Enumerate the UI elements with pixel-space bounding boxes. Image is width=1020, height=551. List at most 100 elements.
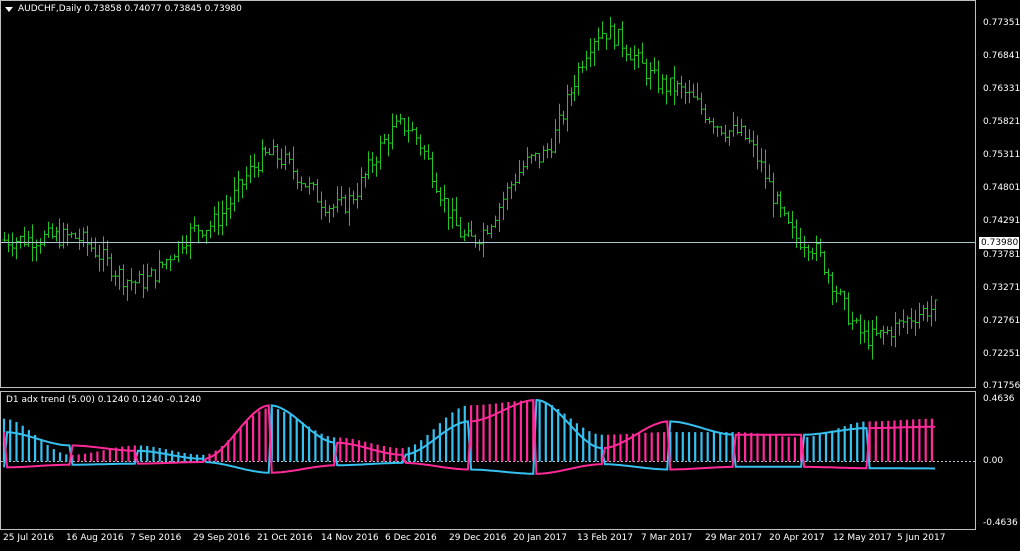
price-bar (775, 191, 780, 205)
price-bar (620, 21, 625, 57)
price-bar (834, 285, 839, 303)
x-tick: 14 Nov 2016 (321, 533, 379, 543)
price-bar (204, 229, 209, 244)
x-tick: 20 Apr 2017 (769, 533, 825, 543)
price-bar (228, 196, 233, 219)
price-bar (327, 205, 332, 223)
price-bar (850, 311, 855, 330)
price-bar (386, 133, 391, 157)
price-bar (462, 229, 467, 242)
price-bar (208, 220, 213, 239)
price-bar (794, 219, 799, 249)
price-bar (430, 151, 435, 189)
price-bar (240, 178, 245, 199)
price-bar (541, 145, 546, 163)
price-bar (624, 44, 629, 62)
price-bar (398, 113, 403, 125)
price-bar (687, 80, 692, 104)
price-bar (905, 315, 910, 335)
price-bar (664, 74, 669, 105)
price-bar (121, 264, 126, 296)
current-price-box: 0.73980 (979, 237, 1019, 249)
x-tick: 16 Aug 2016 (66, 533, 124, 543)
price-bar (184, 234, 189, 255)
price-bar (509, 181, 514, 200)
price-bar (378, 135, 383, 170)
price-bar (723, 124, 728, 142)
price-bar (584, 50, 589, 71)
price-bar (295, 169, 300, 190)
price-bar (18, 235, 23, 249)
price-bar (283, 145, 288, 171)
indicator-header: D1 adx trend (5.00) 0.1240 0.1240 -0.124… (6, 395, 202, 405)
price-bar (672, 66, 677, 106)
price-bar (489, 224, 494, 239)
indicator-y-tick: 0.00 (983, 456, 1004, 466)
price-bar (370, 151, 375, 174)
y-tick: 0.73781 (983, 250, 1020, 260)
price-bar (933, 299, 938, 322)
x-tick: 21 Oct 2016 (257, 533, 313, 543)
x-tick: 5 Jun 2017 (897, 533, 946, 543)
price-bar (477, 239, 482, 251)
price-bar (921, 304, 926, 321)
price-bar (913, 309, 918, 336)
price-bar (69, 231, 74, 238)
price-bar (89, 237, 94, 252)
price-bar (351, 190, 356, 205)
price-bar (81, 227, 86, 247)
price-bar (870, 320, 875, 360)
price-bar (85, 225, 90, 256)
price-bar (54, 226, 59, 242)
price-bar (323, 199, 328, 217)
price-bar (691, 83, 696, 98)
price-bar (771, 172, 776, 218)
price-bar (46, 221, 51, 238)
price-bar (652, 57, 657, 74)
price-bar (473, 234, 478, 248)
price-bar (786, 211, 791, 225)
y-tick: 0.74291 (983, 216, 1020, 226)
price-bar (925, 301, 930, 322)
price-bar (438, 187, 443, 207)
price-bar (442, 184, 447, 213)
price-bar (866, 320, 871, 350)
price-bar (481, 222, 486, 258)
price-bar (608, 16, 613, 40)
price-bar (252, 153, 257, 178)
price-bar (596, 27, 601, 51)
y-tick: 0.74801 (983, 183, 1020, 193)
chart-menu-triangle-icon[interactable] (5, 7, 13, 12)
price-bar (418, 134, 423, 156)
price-bar (319, 191, 324, 220)
price-bar (537, 153, 542, 169)
price-bar (529, 153, 534, 164)
price-bar (497, 202, 502, 233)
price-bar (133, 280, 138, 295)
price-bar (263, 146, 268, 156)
price-bar (109, 253, 114, 282)
price-bar (38, 238, 43, 254)
price-bar (782, 206, 787, 217)
y-tick: 0.76331 (983, 84, 1020, 94)
price-bar (798, 227, 803, 250)
price-bar (113, 270, 118, 287)
price-bar (822, 250, 827, 276)
price-bar (212, 206, 217, 233)
y-tick: 0.71756 (983, 381, 1020, 391)
x-tick: 29 Dec 2016 (449, 533, 507, 543)
price-bar (26, 230, 31, 247)
price-bar (929, 295, 934, 327)
price-bar (699, 92, 704, 115)
price-bar (394, 114, 399, 128)
price-bar (248, 155, 253, 184)
price-bar (790, 210, 795, 239)
magenta-trend-line (3, 399, 935, 475)
price-bar (862, 319, 867, 343)
price-bar (287, 151, 292, 165)
price-bar (347, 187, 352, 226)
price-bar (93, 237, 98, 258)
chart-canvas[interactable] (0, 0, 1020, 551)
price-bar (200, 229, 205, 238)
x-tick: 6 Dec 2016 (385, 533, 437, 543)
